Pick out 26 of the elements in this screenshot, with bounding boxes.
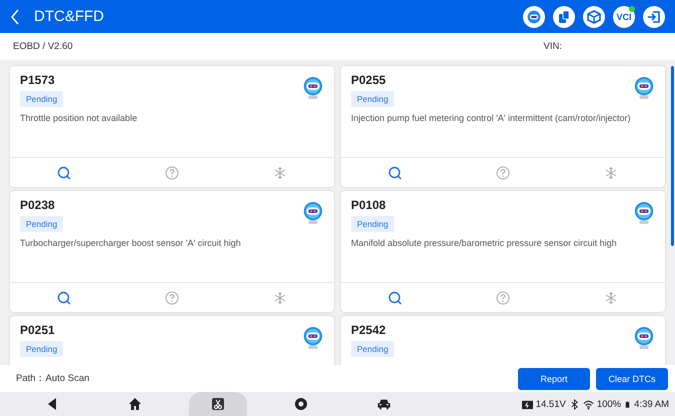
dtc-code: P0108 [351,198,386,212]
battery-percent: 100% [596,398,622,410]
report-button[interactable]: Report [518,368,590,390]
status-tag: Pending [20,216,64,232]
status-tag: Pending [351,341,394,357]
status-tag: Pending [20,91,64,107]
dtc-code: P0251 [20,323,55,337]
voltage-text: 14.51V [536,398,566,410]
vin-label: VIN: [544,41,562,52]
dtc-description: Turbocharger/supercharger boost sensor 'A' circuit high [20,238,241,248]
page-title: DTC&FFD [34,8,104,25]
clock-text: 4:39 AM [634,398,669,410]
version-label: EOBD / V2.60 [13,41,73,52]
dtc-code: P2542 [351,323,386,337]
clear-dtcs-button[interactable]: Clear DTCs [596,368,668,390]
dtc-code: P1573 [20,73,55,87]
dtc-code: P0255 [351,73,386,87]
status-tag: Pending [20,341,64,357]
status-tag: Pending [351,91,394,107]
status-tag: Pending [351,216,394,232]
dtc-description: Throttle position not available [20,113,138,123]
dtc-description: Manifold absolute pressure/barometric pressure sensor circuit high [351,238,617,248]
dtc-code: P0238 [20,198,55,212]
dtc-description: Injection pump fuel metering control 'A' intermittent (cam/rotor/injector) [351,113,631,123]
vci-icon[interactable]: VCI [613,6,635,28]
path-label: Path：Auto Scan [16,372,90,385]
